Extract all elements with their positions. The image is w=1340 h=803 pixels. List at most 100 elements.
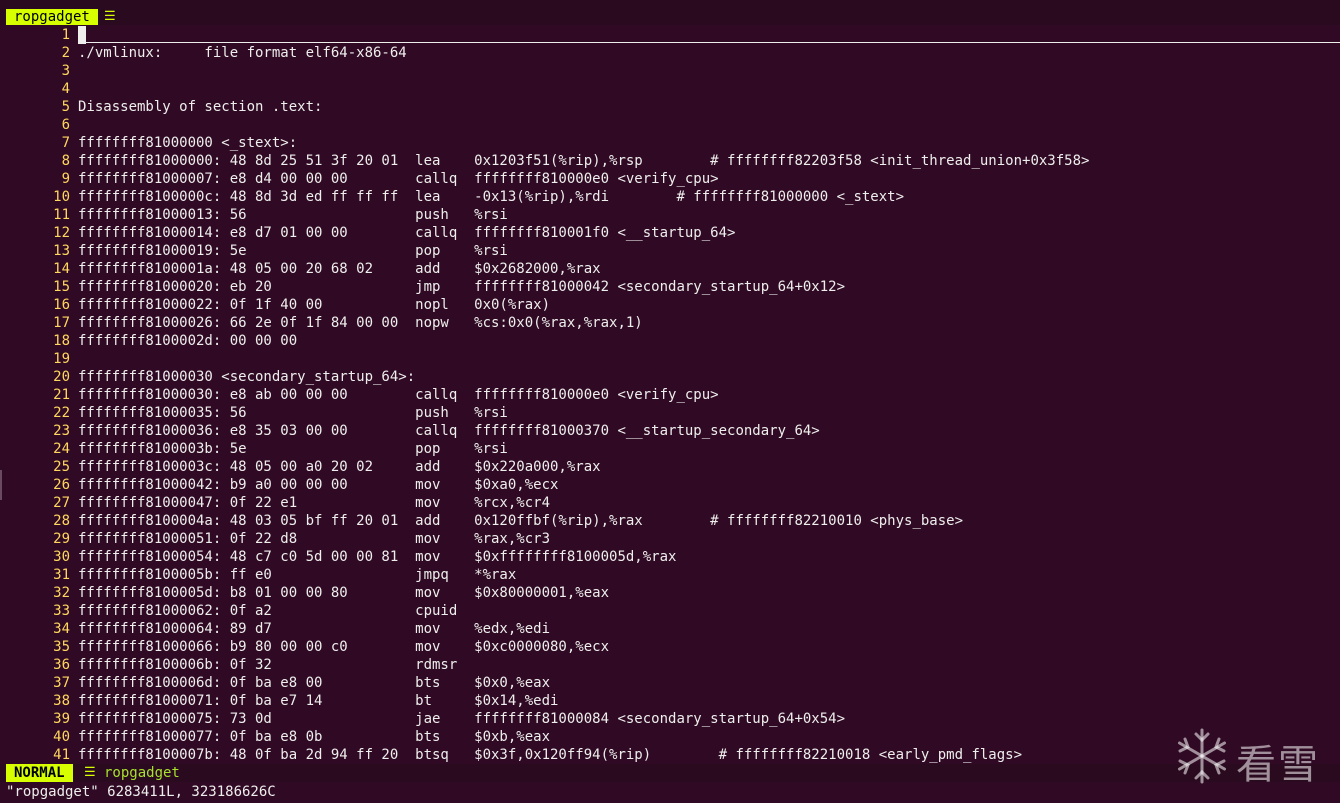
editor-line[interactable]: 3 — [0, 62, 1340, 80]
line-text[interactable]: ffffffff81000062: 0f a2 cpuid — [78, 602, 457, 620]
editor-line[interactable]: 12 ffffffff81000014: e8 d7 01 00 00 callq… — [0, 224, 1340, 242]
editor-line[interactable]: 16 ffffffff81000022: 0f 1f 40 00 nopl 0x0… — [0, 296, 1340, 314]
line-text[interactable]: Disassembly of section .text: — [78, 98, 322, 116]
line-number: 32 — [53, 585, 70, 601]
editor-line[interactable]: 22 ffffffff81000035: 56 push %rsi — [0, 404, 1340, 422]
editor-line[interactable]: 27 ffffffff81000047: 0f 22 e1 mov %rcx,%c… — [0, 494, 1340, 512]
mode-indicator: NORMAL — [6, 764, 73, 782]
editor-line[interactable]: 2 ./vmlinux: file format elf64-x86-64 — [0, 44, 1340, 62]
line-text[interactable]: ffffffff81000030 <secondary_startup_64>: — [78, 368, 415, 386]
editor-line[interactable]: 29 ffffffff81000051: 0f 22 d8 mov %rax,%c… — [0, 530, 1340, 548]
line-text[interactable]: ffffffff8100005b: ff e0 jmpq *%rax — [78, 566, 516, 584]
editor-line[interactable]: 15 ffffffff81000020: eb 20 jmp ffffffff81… — [0, 278, 1340, 296]
line-text[interactable]: ffffffff81000054: 48 c7 c0 5d 00 00 81 m… — [78, 548, 676, 566]
tab-ropgadget[interactable]: ropgadget — [6, 9, 98, 25]
editor-line[interactable]: 7 ffffffff81000000 <_stext>: — [0, 134, 1340, 152]
editor-line[interactable]: 11 ffffffff81000013: 56 push %rsi — [0, 206, 1340, 224]
editor-line[interactable]: 32 ffffffff8100005d: b8 01 00 00 80 mov $… — [0, 584, 1340, 602]
line-text[interactable]: ffffffff81000071: 0f ba e7 14 bt $0x14,%… — [78, 692, 558, 710]
line-text[interactable]: ffffffff81000014: e8 d7 01 00 00 callq f… — [78, 224, 735, 242]
editor-line[interactable]: 6 — [0, 116, 1340, 134]
editor-line[interactable]: 23 ffffffff81000036: e8 35 03 00 00 callq… — [0, 422, 1340, 440]
line-number: 1 — [61, 27, 70, 43]
line-text[interactable]: ffffffff8100002d: 00 00 00 — [78, 332, 297, 350]
line-text[interactable]: ffffffff81000077: 0f ba e8 0b bts $0xb,%… — [78, 728, 550, 746]
line-text[interactable]: ffffffff81000022: 0f 1f 40 00 nopl 0x0(%… — [78, 296, 550, 314]
line-number: 40 — [53, 729, 70, 745]
line-number: 35 — [53, 639, 70, 655]
editor-line[interactable]: 31 ffffffff8100005b: ff e0 jmpq *%rax — [0, 566, 1340, 584]
editor-line[interactable]: 24 ffffffff8100003b: 5e pop %rsi — [0, 440, 1340, 458]
line-text[interactable]: ffffffff81000036: e8 35 03 00 00 callq f… — [78, 422, 820, 440]
editor-line[interactable]: 30 ffffffff81000054: 48 c7 c0 5d 00 00 81… — [0, 548, 1340, 566]
line-number: 10 — [53, 189, 70, 205]
editor-line[interactable]: 10 ffffffff8100000c: 48 8d 3d ed ff ff ff… — [0, 188, 1340, 206]
line-number: 8 — [61, 153, 70, 169]
editor-line[interactable]: 8 ffffffff81000000: 48 8d 25 51 3f 20 01 … — [0, 152, 1340, 170]
editor-line[interactable]: 19 — [0, 350, 1340, 368]
editor-line[interactable]: 17 ffffffff81000026: 66 2e 0f 1f 84 00 00… — [0, 314, 1340, 332]
line-text[interactable]: ffffffff8100006b: 0f 32 rdmsr — [78, 656, 457, 674]
scroll-marker — [0, 470, 2, 500]
line-text[interactable]: ffffffff81000066: b9 80 00 00 c0 mov $0x… — [78, 638, 609, 656]
editor-line[interactable]: 38 ffffffff81000071: 0f ba e7 14 bt $0x14… — [0, 692, 1340, 710]
line-text[interactable]: ffffffff81000019: 5e pop %rsi — [78, 242, 508, 260]
line-text[interactable]: ffffffff8100003c: 48 05 00 a0 20 02 add … — [78, 458, 601, 476]
editor-line[interactable]: 4 — [0, 80, 1340, 98]
line-text[interactable]: ffffffff8100005d: b8 01 00 00 80 mov $0x… — [78, 584, 609, 602]
line-number: 19 — [53, 351, 70, 367]
line-text[interactable]: ffffffff81000035: 56 push %rsi — [78, 404, 508, 422]
line-text[interactable]: ffffffff8100006d: 0f ba e8 00 bts $0x0,%… — [78, 674, 550, 692]
line-number: 28 — [53, 513, 70, 529]
editor-line[interactable]: 1 — [0, 26, 1340, 44]
editor-line[interactable]: 41 ffffffff8100007b: 48 0f ba 2d 94 ff 20… — [0, 746, 1340, 764]
editor-line[interactable]: 35 ffffffff81000066: b9 80 00 00 c0 mov $… — [0, 638, 1340, 656]
line-number: 22 — [53, 405, 70, 421]
editor-line[interactable]: 39 ffffffff81000075: 73 0d jae ffffffff81… — [0, 710, 1340, 728]
line-text[interactable]: ffffffff81000000: 48 8d 25 51 3f 20 01 l… — [78, 152, 1089, 170]
line-text[interactable]: ffffffff81000007: e8 d4 00 00 00 callq f… — [78, 170, 719, 188]
line-text[interactable]: ffffffff81000020: eb 20 jmp ffffffff8100… — [78, 278, 845, 296]
editor-buffer[interactable]: 1 2 ./vmlinux: file format elf64-x86-64 3 4 5… — [0, 26, 1340, 764]
editor-line[interactable]: 34 ffffffff81000064: 89 d7 mov %edx,%edi — [0, 620, 1340, 638]
line-number: 29 — [53, 531, 70, 547]
line-number: 31 — [53, 567, 70, 583]
editor-line[interactable]: 25 ffffffff8100003c: 48 05 00 a0 20 02 ad… — [0, 458, 1340, 476]
editor-line[interactable]: 20 ffffffff81000030 <secondary_startup_64… — [0, 368, 1340, 386]
editor-line[interactable]: 14 ffffffff8100001a: 48 05 00 20 68 02 ad… — [0, 260, 1340, 278]
line-text[interactable]: ffffffff81000047: 0f 22 e1 mov %rcx,%cr4 — [78, 494, 550, 512]
editor-line[interactable]: 40 ffffffff81000077: 0f ba e8 0b bts $0xb… — [0, 728, 1340, 746]
editor-line[interactable]: 21 ffffffff81000030: e8 ab 00 00 00 callq… — [0, 386, 1340, 404]
editor-line[interactable]: 36 ffffffff8100006b: 0f 32 rdmsr — [0, 656, 1340, 674]
editor-line[interactable]: 33 ffffffff81000062: 0f a2 cpuid — [0, 602, 1340, 620]
line-text[interactable]: ffffffff81000051: 0f 22 d8 mov %rax,%cr3 — [78, 530, 550, 548]
line-text[interactable]: ffffffff81000030: e8 ab 00 00 00 callq f… — [78, 386, 719, 404]
line-number: 6 — [61, 117, 70, 133]
editor-line[interactable]: 28 ffffffff8100004a: 48 03 05 bf ff 20 01… — [0, 512, 1340, 530]
line-text[interactable]: ffffffff81000075: 73 0d jae ffffffff8100… — [78, 710, 845, 728]
editor-line[interactable]: 37 ffffffff8100006d: 0f ba e8 00 bts $0x0… — [0, 674, 1340, 692]
editor-line[interactable]: 18 ffffffff8100002d: 00 00 00 — [0, 332, 1340, 350]
line-text[interactable]: ffffffff81000013: 56 push %rsi — [78, 206, 508, 224]
editor-line[interactable]: 5 Disassembly of section .text: — [0, 98, 1340, 116]
line-text[interactable]: ffffffff8100004a: 48 03 05 bf ff 20 01 a… — [78, 512, 963, 530]
line-text[interactable]: ffffffff81000000 <_stext>: — [78, 134, 297, 152]
editor-line[interactable]: 26 ffffffff81000042: b9 a0 00 00 00 mov $… — [0, 476, 1340, 494]
line-text[interactable]: ffffffff81000042: b9 a0 00 00 00 mov $0x… — [78, 476, 558, 494]
line-number: 30 — [53, 549, 70, 565]
line-text[interactable]: ./vmlinux: file format elf64-x86-64 — [78, 44, 407, 62]
status-filename: ropgadget — [104, 765, 180, 781]
line-number: 11 — [53, 207, 70, 223]
line-number: 9 — [61, 171, 70, 187]
line-text[interactable]: ffffffff81000064: 89 d7 mov %edx,%edi — [78, 620, 550, 638]
line-text[interactable]: ffffffff8100000c: 48 8d 3d ed ff ff ff l… — [78, 188, 904, 206]
command-message-line[interactable]: "ropgadget" 6283411L, 323186626C — [0, 782, 1340, 803]
line-number: 25 — [53, 459, 70, 475]
line-text[interactable]: ffffffff8100001a: 48 05 00 20 68 02 add … — [78, 260, 601, 278]
line-text[interactable]: ffffffff8100007b: 48 0f ba 2d 94 ff 20 b… — [78, 746, 1022, 764]
editor-line[interactable]: 13 ffffffff81000019: 5e pop %rsi — [0, 242, 1340, 260]
line-number: 21 — [53, 387, 70, 403]
line-text[interactable]: ffffffff81000026: 66 2e 0f 1f 84 00 00 n… — [78, 314, 643, 332]
line-text[interactable]: ffffffff8100003b: 5e pop %rsi — [78, 440, 508, 458]
editor-line[interactable]: 9 ffffffff81000007: e8 d4 00 00 00 callq … — [0, 170, 1340, 188]
